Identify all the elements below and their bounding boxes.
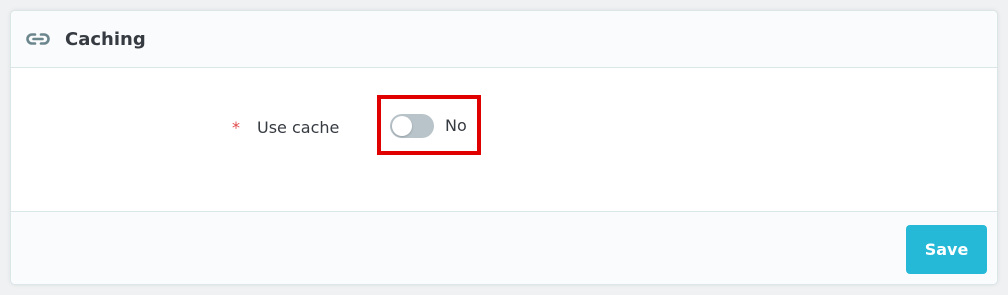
use-cache-state-text: No xyxy=(445,116,467,135)
link-icon xyxy=(24,27,52,51)
caching-panel: Caching * Use cache No Save xyxy=(10,10,998,285)
panel-header: Caching xyxy=(11,11,997,68)
use-cache-toggle[interactable] xyxy=(390,114,434,138)
toggle-knob xyxy=(392,116,412,136)
panel-title: Caching xyxy=(65,29,146,50)
required-marker: * xyxy=(232,118,240,137)
use-cache-label: Use cache xyxy=(257,118,340,137)
panel-footer: Save xyxy=(11,211,997,284)
save-button[interactable]: Save xyxy=(906,225,987,274)
panel-body: * Use cache No xyxy=(11,68,997,211)
